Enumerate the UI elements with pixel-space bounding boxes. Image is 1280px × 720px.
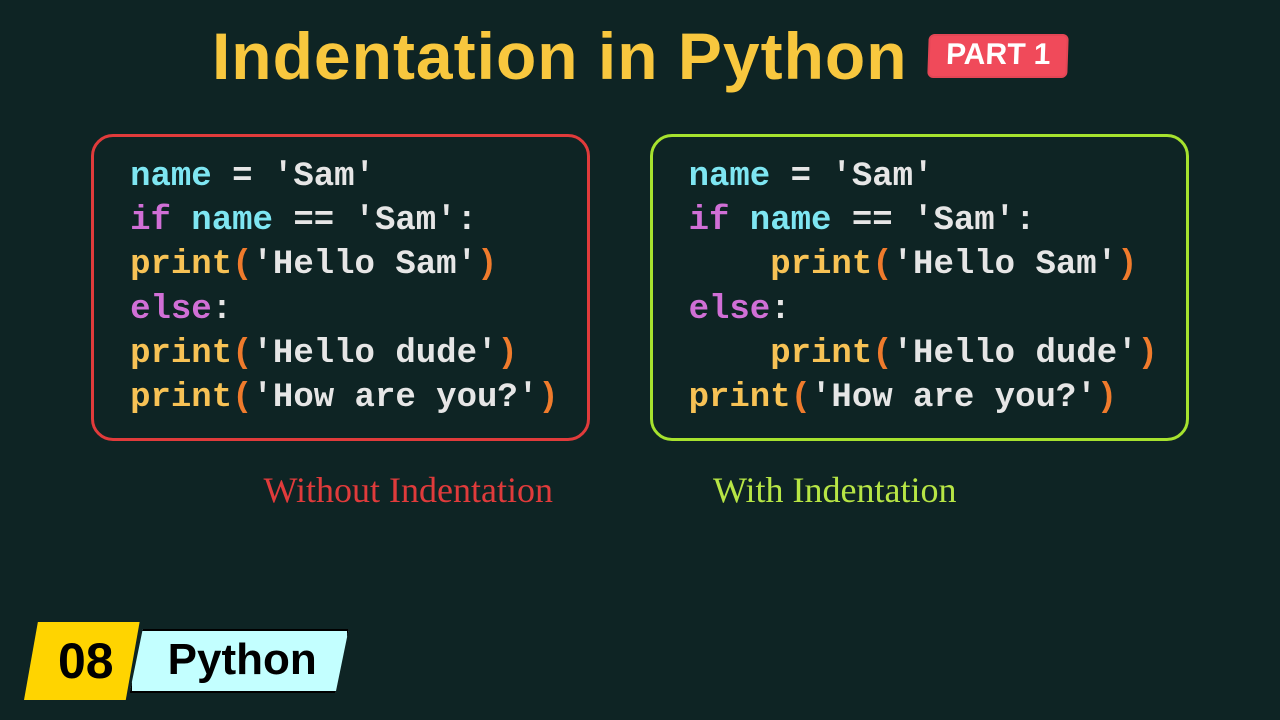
token-indent (689, 246, 771, 284)
token-var: name (689, 158, 771, 196)
caption-without: Without Indentation (264, 469, 554, 511)
token-keyword: if (689, 202, 730, 240)
token-var: name (729, 202, 851, 240)
token-op: == (852, 202, 913, 240)
code-line: name = 'Sam' (689, 155, 1158, 199)
language-badge: Python (130, 629, 349, 693)
code-line: print('Hello Sam') (130, 243, 559, 287)
token-colon: : (457, 202, 477, 240)
token-str: 'How are you?' (253, 379, 539, 417)
token-keyword: if (130, 202, 171, 240)
captions-row: Without Indentation With Indentation (0, 469, 1280, 511)
token-str: 'Hello dude' (893, 335, 1138, 373)
token-paren: ( (232, 379, 252, 417)
token-paren: ) (1097, 379, 1117, 417)
token-colon: : (770, 291, 790, 329)
code-boxes: name = 'Sam' if name == 'Sam': print('He… (0, 134, 1280, 441)
token-paren: ) (1138, 335, 1158, 373)
title-row: Indentation in Python PART 1 (0, 0, 1280, 94)
token-op: = (770, 158, 831, 196)
token-paren: ) (497, 335, 517, 373)
token-paren: ( (791, 379, 811, 417)
part-badge: PART 1 (927, 34, 1069, 78)
code-line: else: (689, 288, 1158, 332)
code-line: print('Hello Sam') (689, 243, 1158, 287)
token-paren: ) (1117, 246, 1137, 284)
token-op: == (293, 202, 354, 240)
caption-with: With Indentation (713, 469, 957, 511)
token-func: print (770, 246, 872, 284)
code-box-without-indent: name = 'Sam' if name == 'Sam': print('He… (91, 134, 590, 441)
page-title: Indentation in Python (212, 18, 908, 94)
token-paren: ) (477, 246, 497, 284)
token-str: 'Hello dude' (253, 335, 498, 373)
token-paren: ( (232, 246, 252, 284)
token-func: print (770, 335, 872, 373)
code-line: print('Hello dude') (130, 332, 559, 376)
code-line: print('How are you?') (130, 376, 559, 420)
token-func: print (130, 379, 232, 417)
token-func: print (130, 246, 232, 284)
token-str: 'Hello Sam' (893, 246, 1117, 284)
token-keyword: else (130, 291, 212, 329)
code-line: print('How are you?') (689, 376, 1158, 420)
token-str: 'Sam' (273, 158, 375, 196)
code-line: print('Hello dude') (689, 332, 1158, 376)
token-str: 'Sam' (831, 158, 933, 196)
token-colon: : (1015, 202, 1035, 240)
token-paren: ( (232, 335, 252, 373)
token-func: print (130, 335, 232, 373)
lesson-number-badge: 08 (24, 622, 140, 700)
token-var: name (130, 158, 212, 196)
token-str: 'Hello Sam' (253, 246, 477, 284)
token-var: name (171, 202, 293, 240)
code-line: if name == 'Sam': (689, 199, 1158, 243)
token-str: 'How are you?' (811, 379, 1097, 417)
token-str: 'Sam' (913, 202, 1015, 240)
token-keyword: else (689, 291, 771, 329)
code-line: if name == 'Sam': (130, 199, 559, 243)
token-indent (689, 335, 771, 373)
footer-badges: 08 Python (24, 622, 349, 700)
token-paren: ( (872, 246, 892, 284)
token-paren: ( (872, 335, 892, 373)
token-op: = (212, 158, 273, 196)
token-str: 'Sam' (355, 202, 457, 240)
code-line: name = 'Sam' (130, 155, 559, 199)
token-func: print (689, 379, 791, 417)
token-colon: : (212, 291, 232, 329)
code-box-with-indent: name = 'Sam' if name == 'Sam': print('He… (650, 134, 1189, 441)
code-line: else: (130, 288, 559, 332)
token-paren: ) (538, 379, 558, 417)
